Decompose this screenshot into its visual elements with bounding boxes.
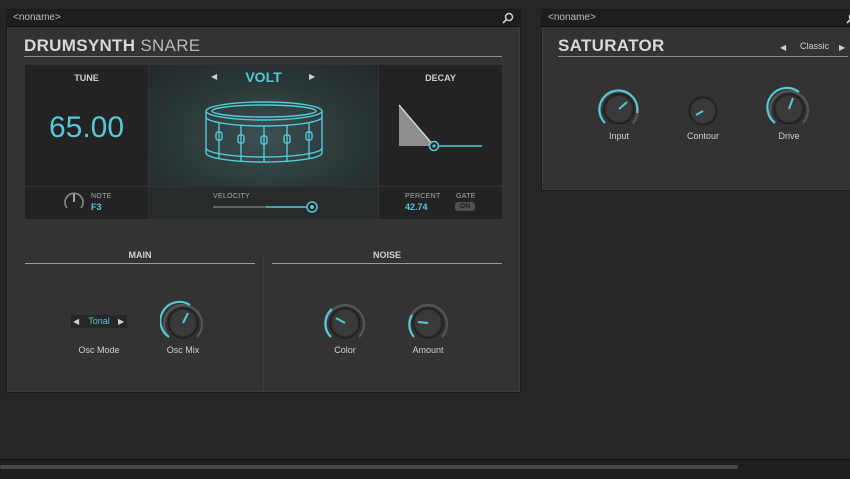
input-label: Input xyxy=(579,131,659,141)
color-label: Color xyxy=(305,345,385,355)
search-icon[interactable] xyxy=(502,12,514,24)
saturator-mode-prev-arrow[interactable]: ◀ xyxy=(780,43,786,52)
contour-label: Contour xyxy=(663,131,743,141)
saturator-panel: <noname> SATURATOR ◀ Classic ▶ Input Con… xyxy=(541,9,850,191)
saturator-preset-bar[interactable]: <noname> xyxy=(542,10,850,27)
engine-name[interactable]: VOLT xyxy=(149,69,378,85)
drive-label: Drive xyxy=(749,131,829,141)
decay-envelope-graph[interactable] xyxy=(396,100,486,152)
saturator-title-divider xyxy=(558,56,848,57)
drumsynth-preset-name: <noname> xyxy=(13,12,61,23)
horizontal-scrollbar-track[interactable] xyxy=(0,459,850,479)
section-separator xyxy=(263,254,264,390)
search-icon[interactable] xyxy=(846,12,850,24)
tune-label: TUNE xyxy=(25,73,148,83)
percent-label: PERCENT xyxy=(405,193,441,200)
amount-label: Amount xyxy=(388,345,468,355)
input-knob[interactable] xyxy=(596,86,642,132)
horizontal-scrollbar-thumb[interactable] xyxy=(0,465,738,469)
snare-drum-icon xyxy=(201,98,327,170)
percent-strip xyxy=(379,187,502,219)
main-divider xyxy=(25,263,255,264)
note-knob[interactable] xyxy=(63,191,85,213)
note-label: NOTE xyxy=(91,193,112,200)
amount-knob[interactable] xyxy=(405,300,451,346)
drumsynth-title-thin: SNARE xyxy=(140,36,200,55)
gate-label: GATE xyxy=(456,193,476,200)
main-heading: MAIN xyxy=(25,250,255,260)
velocity-slider[interactable] xyxy=(211,200,323,214)
title-divider xyxy=(24,56,502,57)
saturator-mode-next-arrow[interactable]: ▶ xyxy=(839,43,845,52)
percent-value[interactable]: 42.74 xyxy=(405,202,428,212)
osc-mode-next-arrow[interactable]: ▶ xyxy=(118,317,124,326)
saturator-title: SATURATOR xyxy=(558,36,665,56)
osc-mix-knob[interactable] xyxy=(160,300,206,346)
noise-heading: NOISE xyxy=(272,250,502,260)
decay-label: DECAY xyxy=(379,73,502,83)
drumsynth-panel: <noname> DRUMSYNTH SNARE TUNE 65.00 ◀ VO… xyxy=(6,9,521,393)
drumsynth-title: DRUMSYNTH SNARE xyxy=(24,36,200,56)
tune-value[interactable]: 65.00 xyxy=(25,111,148,145)
engine-next-arrow[interactable]: ▶ xyxy=(309,72,315,81)
drumsynth-title-bold: DRUMSYNTH xyxy=(24,36,135,55)
note-strip xyxy=(25,187,148,219)
velocity-label: VELOCITY xyxy=(213,193,250,200)
gate-toggle[interactable]: ON xyxy=(455,202,475,211)
note-value[interactable]: F3 xyxy=(91,202,102,212)
color-knob[interactable] xyxy=(322,300,368,346)
saturator-preset-name: <noname> xyxy=(548,12,596,23)
noise-divider xyxy=(272,263,502,264)
drive-knob[interactable] xyxy=(766,86,812,132)
osc-mode-label: Osc Mode xyxy=(59,345,139,355)
drumsynth-preset-bar[interactable]: <noname> xyxy=(7,10,520,27)
contour-knob[interactable] xyxy=(686,94,720,128)
saturator-mode-value[interactable]: Classic xyxy=(792,41,837,51)
osc-mix-label: Osc Mix xyxy=(143,345,223,355)
